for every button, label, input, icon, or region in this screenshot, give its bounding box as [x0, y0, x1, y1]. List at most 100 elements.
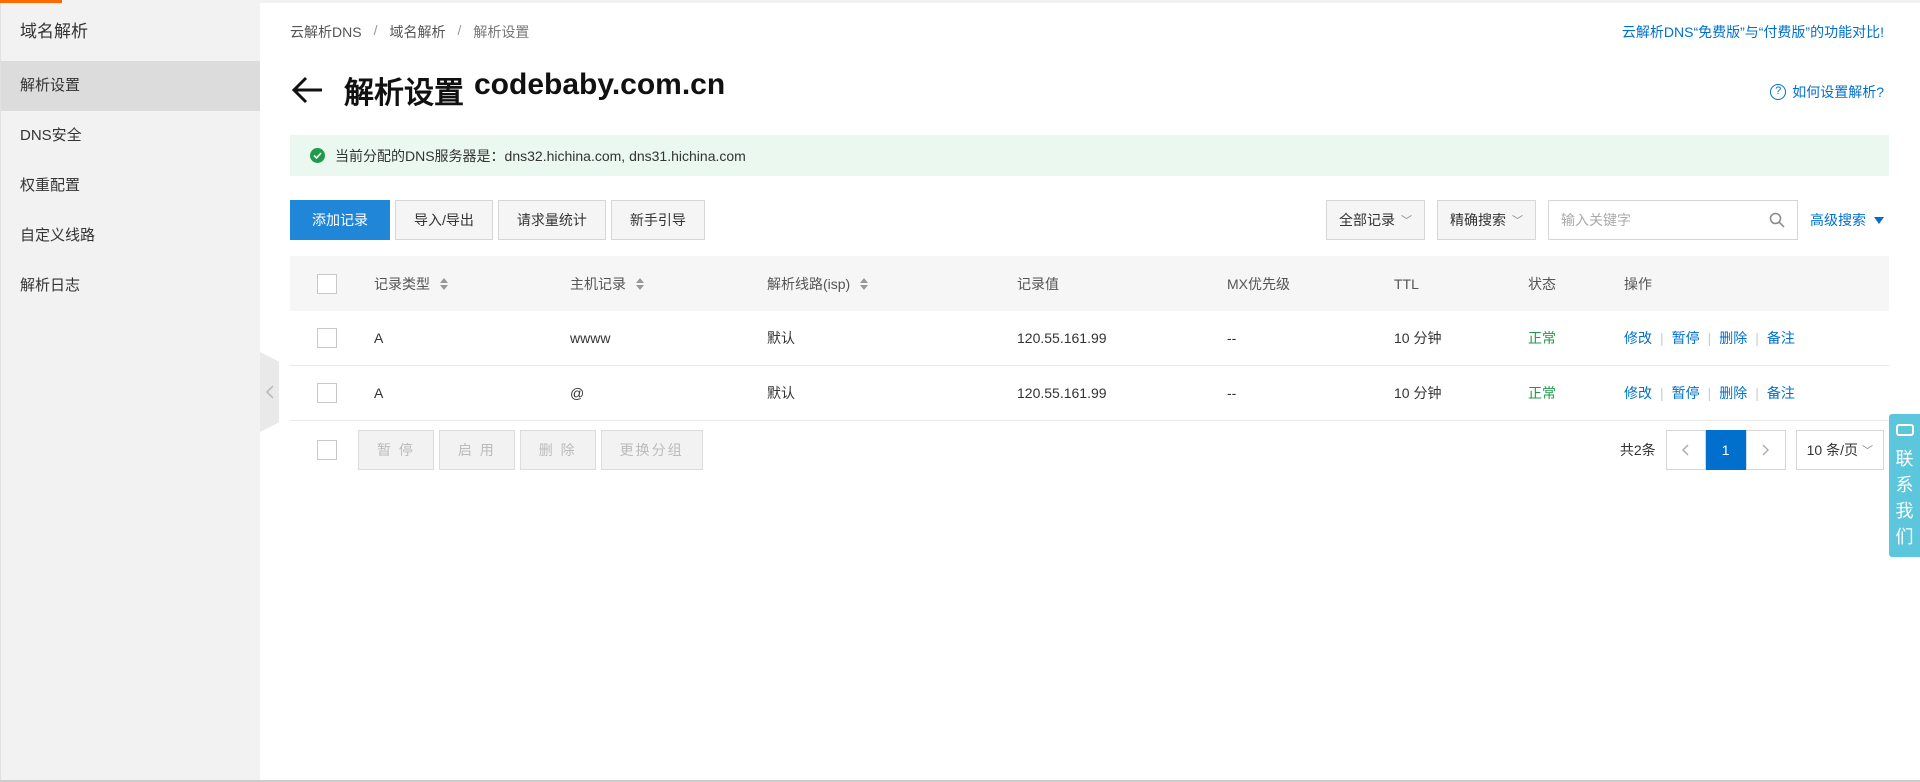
- search-mode-value: 精确搜索: [1450, 212, 1506, 228]
- sort-icon: [440, 277, 448, 290]
- header-status: 状态: [1528, 275, 1556, 292]
- compare-versions-link[interactable]: 云解析DNS“免费版”与“付费版”的功能对比!: [1622, 22, 1884, 42]
- chat-icon: [1895, 424, 1914, 436]
- chevron-left-icon: [265, 385, 274, 399]
- delete-link[interactable]: 删除: [1719, 383, 1747, 403]
- contact-char: 联: [1895, 449, 1914, 469]
- advanced-search-toggle[interactable]: 高级搜索: [1810, 210, 1884, 230]
- header-mx-priority: MX优先级: [1227, 275, 1290, 292]
- import-export-button[interactable]: 导入/导出: [395, 200, 493, 240]
- search-mode-select[interactable]: 精确搜索 ﹀: [1437, 200, 1536, 240]
- cell-resolve-line: 默认: [767, 385, 795, 401]
- chevron-right-icon: [1762, 444, 1770, 456]
- header-host-record[interactable]: 主机记录: [570, 274, 767, 294]
- cell-mx-priority: --: [1227, 330, 1237, 346]
- batch-pause-button[interactable]: 暂 停: [358, 430, 434, 470]
- breadcrumb-item-current: 解析设置: [473, 24, 530, 40]
- contact-us-button[interactable]: 联 系 我 们: [1889, 414, 1920, 557]
- sidebar-item-dns-security[interactable]: DNS安全: [1, 111, 260, 161]
- table-row: A @ 默认 120.55.161.99 -- 10 分钟 正常 修改 | 暂停 |…: [290, 366, 1889, 421]
- chevron-down-icon: ﹀: [1512, 215, 1523, 227]
- search-icon[interactable]: [1769, 212, 1785, 228]
- page-title: 解析设置 codebaby.com.cn: [344, 68, 725, 112]
- edit-link[interactable]: 修改: [1624, 328, 1652, 348]
- cell-host-record: wwww: [570, 330, 611, 346]
- header-resolve-line[interactable]: 解析线路(isp): [767, 274, 1017, 294]
- pause-link[interactable]: 暂停: [1672, 383, 1700, 403]
- cell-operations: 修改 | 暂停 | 删除 | 备注: [1624, 328, 1795, 348]
- page-title-domain: codebaby.com.cn: [474, 68, 726, 101]
- edit-link[interactable]: 修改: [1624, 383, 1652, 403]
- cell-mx-priority: --: [1227, 385, 1237, 401]
- toolbar: 添加记录 导入/导出 请求量统计 新手引导: [290, 200, 705, 240]
- records-table: 记录类型 主机记录 解析线路(isp) 记录值 MX优先级 TTL 状态 操作 …: [290, 256, 1889, 421]
- pagination: 共2条 1 10 条/页 ﹀: [1620, 430, 1884, 470]
- caret-down-icon: [1874, 216, 1884, 224]
- search-box: [1548, 200, 1798, 240]
- total-count: 共2条: [1619, 442, 1656, 458]
- remark-link[interactable]: 备注: [1767, 383, 1795, 403]
- next-page-button[interactable]: [1745, 430, 1786, 470]
- sidebar-item-weight-config[interactable]: 权重配置: [1, 161, 260, 211]
- breadcrumb-item-domain-resolve[interactable]: 域名解析: [389, 22, 445, 42]
- cell-status: 正常: [1528, 330, 1556, 346]
- question-icon: ?: [1770, 84, 1787, 100]
- select-all-checkbox[interactable]: [317, 273, 337, 294]
- table-row: A wwww 默认 120.55.161.99 -- 10 分钟 正常 修改 | …: [290, 311, 1889, 366]
- header-record-type[interactable]: 记录类型: [374, 274, 570, 294]
- header-operations: 操作: [1624, 275, 1652, 292]
- prev-page-button[interactable]: [1665, 430, 1706, 470]
- sidebar-item-resolve-log[interactable]: 解析日志: [1, 261, 260, 311]
- batch-enable-button[interactable]: 启 用: [438, 430, 515, 470]
- back-arrow-icon[interactable]: [290, 72, 326, 108]
- header-record-value: 记录值: [1017, 275, 1059, 292]
- header-ttl: TTL: [1394, 275, 1419, 292]
- help-link-label: 如何设置解析?: [1792, 84, 1884, 100]
- cell-ttl: 10 分钟: [1394, 385, 1442, 401]
- page-number-button[interactable]: 1: [1705, 430, 1746, 470]
- dns-server-notice: 当前分配的DNS服务器是：dns32.hichina.com, dns31.hi…: [290, 135, 1889, 176]
- notice-text: 当前分配的DNS服务器是：dns32.hichina.com, dns31.hi…: [335, 147, 746, 164]
- cell-record-type: A: [374, 385, 384, 401]
- batch-delete-button[interactable]: 删 除: [519, 430, 596, 470]
- batch-actions: 暂 停 启 用 删 除 更换分组: [290, 430, 708, 470]
- sidebar-item-custom-line[interactable]: 自定义线路: [1, 211, 260, 261]
- breadcrumb-separator: /: [457, 22, 462, 38]
- record-filter-value: 全部记录: [1339, 212, 1395, 228]
- cell-record-value: 120.55.161.99: [1017, 330, 1107, 346]
- advanced-search-label: 高级搜索: [1810, 212, 1866, 228]
- breadcrumb-item-cloud-dns[interactable]: 云解析DNS: [290, 22, 362, 42]
- help-link[interactable]: ? 如何设置解析?: [1770, 82, 1884, 102]
- cell-resolve-line: 默认: [767, 330, 795, 346]
- sidebar: 域名解析 解析设置 DNS安全 权重配置 自定义线路 解析日志: [0, 3, 260, 780]
- request-stats-button[interactable]: 请求量统计: [497, 200, 606, 240]
- remark-link[interactable]: 备注: [1767, 328, 1795, 348]
- cell-ttl: 10 分钟: [1394, 330, 1442, 346]
- cell-record-type: A: [374, 330, 384, 346]
- contact-char: 我: [1895, 501, 1914, 521]
- batch-regroup-button[interactable]: 更换分组: [600, 430, 703, 470]
- page-size-select[interactable]: 10 条/页 ﹀: [1795, 430, 1884, 470]
- cell-status: 正常: [1528, 385, 1556, 401]
- keyword-search-input[interactable]: [1561, 212, 1751, 228]
- beginner-guide-button[interactable]: 新手引导: [610, 200, 705, 240]
- delete-link[interactable]: 删除: [1719, 328, 1747, 348]
- chevron-down-icon: ﹀: [1401, 215, 1412, 227]
- add-record-button[interactable]: 添加记录: [290, 200, 390, 240]
- row-checkbox[interactable]: [317, 383, 337, 403]
- contact-char: 们: [1895, 527, 1914, 547]
- title-row: 解析设置 codebaby.com.cn: [290, 68, 725, 112]
- record-filter-select[interactable]: 全部记录 ﹀: [1326, 200, 1425, 240]
- page-size-value: 10 条/页: [1806, 442, 1858, 458]
- row-checkbox[interactable]: [317, 328, 337, 348]
- cell-operations: 修改 | 暂停 | 删除 | 备注: [1624, 383, 1795, 403]
- sidebar-title: 域名解析: [20, 22, 88, 41]
- cell-host-record: @: [570, 385, 585, 401]
- sidebar-item-resolve-settings[interactable]: 解析设置: [1, 61, 260, 111]
- breadcrumb-separator: /: [373, 22, 378, 38]
- sidebar-collapse-handle[interactable]: [260, 352, 279, 432]
- chevron-down-icon: ﹀: [1862, 445, 1873, 457]
- batch-select-checkbox[interactable]: [317, 440, 337, 460]
- contact-char: 系: [1895, 475, 1914, 495]
- pause-link[interactable]: 暂停: [1672, 328, 1700, 348]
